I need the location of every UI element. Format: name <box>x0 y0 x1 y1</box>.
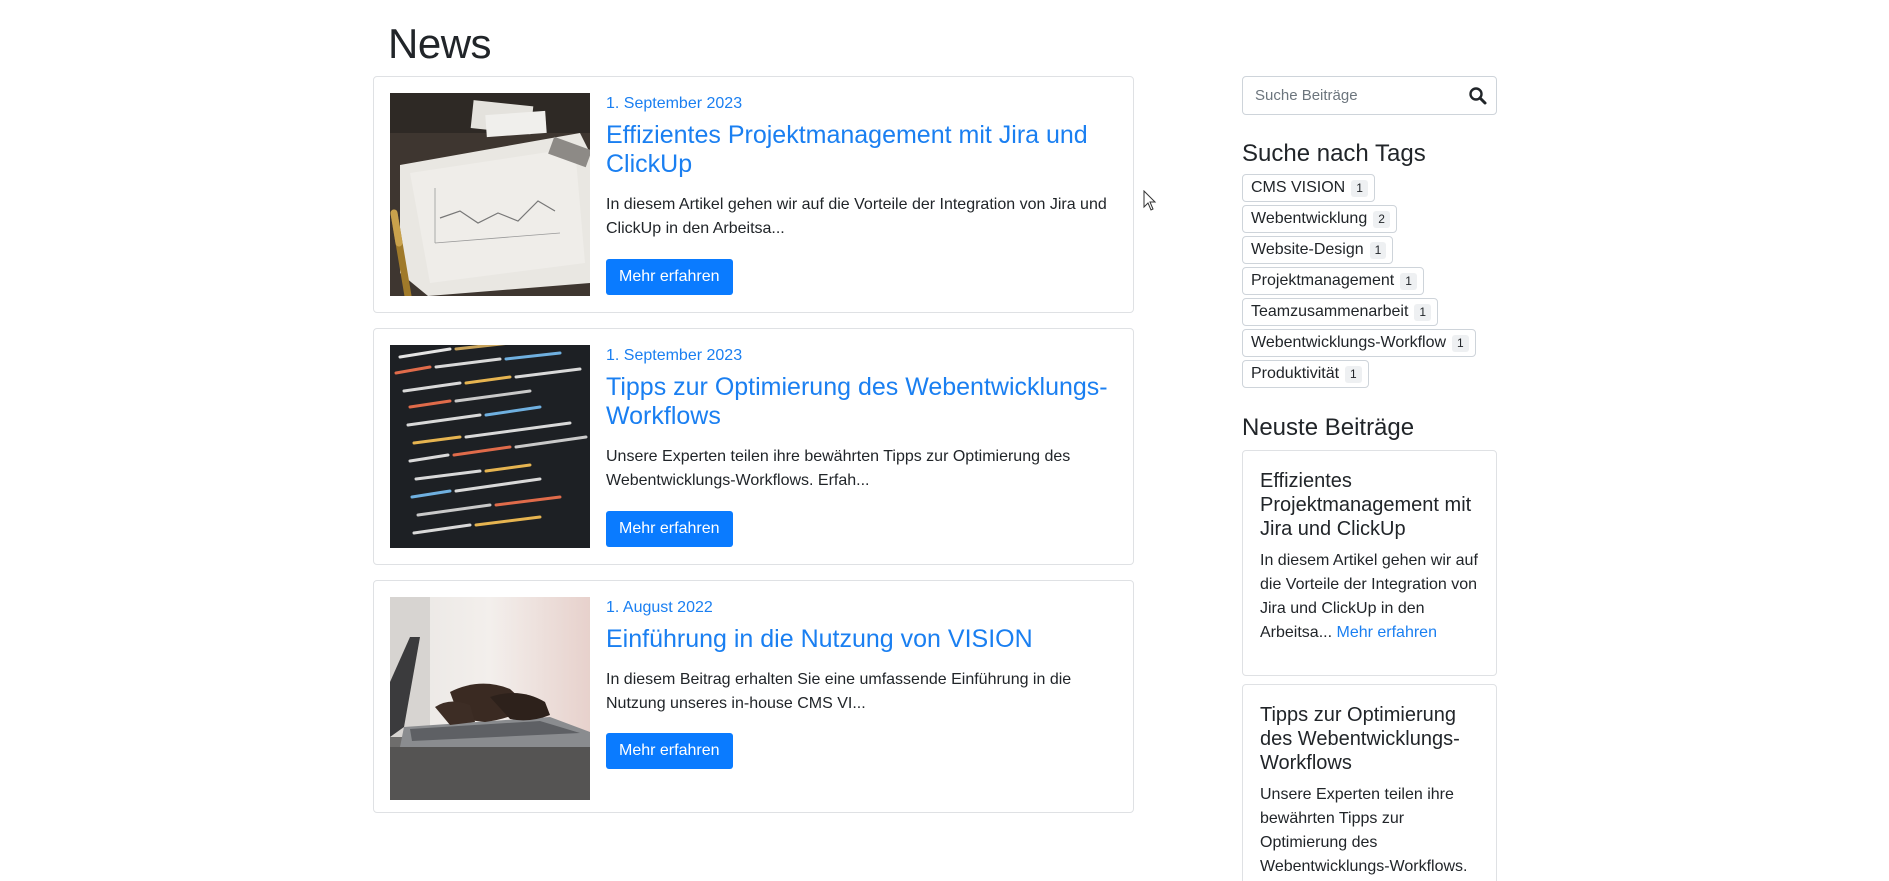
tag-label: Webentwicklung <box>1251 210 1368 227</box>
tag-item[interactable]: Produktivität 1 <box>1242 360 1369 388</box>
read-more-link[interactable]: Mehr erfahren <box>1336 624 1437 641</box>
search-icon[interactable] <box>1466 84 1490 108</box>
article-date: 1. September 2023 <box>606 95 743 112</box>
mouse-cursor-icon <box>1143 190 1157 211</box>
article-excerpt: Unsere Experten teilen ihre bewährten Ti… <box>606 448 1071 489</box>
article-content: 1. September 2023 Effizientes Projektman… <box>606 93 1113 241</box>
tag-list: CMS VISION 1 Webentwicklung 2 Website-De… <box>1242 174 1476 391</box>
tag-count-badge: 1 <box>1452 334 1469 352</box>
article-date: 1. September 2023 <box>606 347 743 364</box>
tag-count-badge: 1 <box>1345 365 1362 383</box>
tag-count-badge: 1 <box>1400 272 1417 290</box>
article-image[interactable] <box>390 597 590 800</box>
tag-label: Teamzusammenarbeit <box>1251 303 1409 320</box>
article-title[interactable]: Einführung in die Nutzung von VISION <box>606 625 1113 654</box>
tag-item[interactable]: Webentwicklungs-Workflow 1 <box>1242 329 1476 357</box>
news-page: News 1. September 2023 Effizientes Proje… <box>0 0 1889 881</box>
tag-label: Webentwicklungs-Workflow <box>1251 334 1447 351</box>
page-title: News <box>388 20 492 67</box>
chart-paper-photo <box>390 93 590 296</box>
recent-post-title[interactable]: Effizientes Projektmanagement mit Jira u… <box>1260 469 1480 541</box>
article-title[interactable]: Effizientes Projektmanagement mit Jira u… <box>606 121 1113 179</box>
article-excerpt: In diesem Beitrag erhalten Sie eine umfa… <box>606 671 1072 712</box>
article-card: 1. September 2023 Effizientes Projektman… <box>373 76 1134 313</box>
read-more-button[interactable]: Mehr erfahren <box>606 511 733 547</box>
recent-post-text: In diesem Artikel gehen wir auf die Vort… <box>1260 549 1480 645</box>
tag-label: CMS VISION <box>1251 179 1346 196</box>
tag-count-badge: 1 <box>1414 303 1432 321</box>
tag-item[interactable]: CMS VISION 1 <box>1242 174 1375 202</box>
read-more-button[interactable]: Mehr erfahren <box>606 733 733 769</box>
tag-item[interactable]: Website-Design 1 <box>1242 236 1394 264</box>
tag-item[interactable]: Webentwicklung 2 <box>1242 205 1397 233</box>
article-content: 1. September 2023 Tipps zur Optimierung … <box>606 345 1113 493</box>
search-box <box>1242 76 1497 115</box>
search-input[interactable] <box>1243 77 1458 114</box>
article-content: 1. August 2022 Einführung in die Nutzung… <box>606 597 1113 716</box>
tags-heading: Suche nach Tags <box>1242 140 1426 167</box>
recent-post-title[interactable]: Tipps zur Optimierung des Webentwicklung… <box>1260 703 1480 775</box>
tag-label: Website-Design <box>1251 241 1364 258</box>
article-excerpt: In diesem Artikel gehen wir auf die Vort… <box>606 196 1107 237</box>
tag-count-badge: 1 <box>1351 179 1368 197</box>
article-image[interactable] <box>390 345 590 548</box>
article-card: 1. August 2022 Einführung in die Nutzung… <box>373 580 1134 813</box>
article-date: 1. August 2022 <box>606 599 713 616</box>
tag-count-badge: 1 <box>1369 241 1387 259</box>
tag-count-badge: 2 <box>1373 210 1390 228</box>
tag-item[interactable]: Teamzusammenarbeit 1 <box>1242 298 1439 326</box>
recent-post-card: Tipps zur Optimierung des Webentwicklung… <box>1242 684 1497 881</box>
recent-post-card: Effizientes Projektmanagement mit Jira u… <box>1242 450 1497 676</box>
article-title[interactable]: Tipps zur Optimierung des Webentwicklung… <box>606 373 1113 431</box>
laptop-typing-photo <box>390 597 590 800</box>
recent-posts-heading: Neuste Beiträge <box>1242 414 1415 441</box>
code-screen-photo <box>390 345 590 548</box>
article-card: 1. September 2023 Tipps zur Optimierung … <box>373 328 1134 565</box>
recent-post-excerpt: Unsere Experten teilen ihre bewährten Ti… <box>1260 786 1468 875</box>
article-image[interactable] <box>390 93 590 296</box>
tag-item[interactable]: Projektmanagement 1 <box>1242 267 1424 295</box>
tag-label: Produktivität <box>1251 365 1340 382</box>
read-more-button[interactable]: Mehr erfahren <box>606 259 733 295</box>
recent-post-text: Unsere Experten teilen ihre bewährten Ti… <box>1260 783 1480 879</box>
tag-label: Projektmanagement <box>1251 272 1395 289</box>
